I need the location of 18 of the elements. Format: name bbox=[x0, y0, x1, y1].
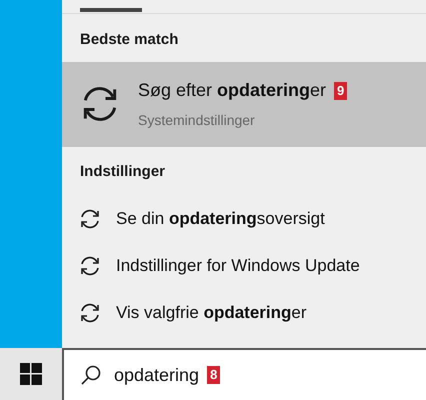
search-field[interactable]: opdatering 8 bbox=[62, 348, 426, 400]
section-header: Indstillinger bbox=[79, 162, 166, 182]
item-label: Indstillinger for Windows Update bbox=[116, 254, 360, 277]
best-match-item[interactable]: Søg efter opdateringer 9 Systemindstillinger bbox=[62, 62, 426, 146]
settings-item[interactable]: Se din opdateringsoversigt bbox=[62, 195, 426, 242]
windows-logo-icon[interactable] bbox=[20, 363, 42, 385]
result-subtitle: Systemindstillinger bbox=[138, 111, 256, 130]
section-header: Bedste match bbox=[79, 30, 180, 50]
search-icon bbox=[80, 364, 102, 386]
settings-item[interactable]: Vis valgfrie opdateringer bbox=[62, 289, 426, 336]
item-label: Vis valgfrie opdateringer bbox=[116, 302, 307, 324]
search-text: opdatering bbox=[114, 364, 200, 387]
item-label: Se din opdateringsoversigt bbox=[116, 208, 325, 230]
number-badge: 9 bbox=[334, 82, 348, 100]
tab-indicator bbox=[80, 8, 142, 12]
settings-item[interactable]: Indstillinger for Windows Update bbox=[62, 242, 426, 289]
number-badge: 8 bbox=[207, 366, 220, 384]
result-title: Søg efter opdateringer bbox=[138, 79, 326, 102]
